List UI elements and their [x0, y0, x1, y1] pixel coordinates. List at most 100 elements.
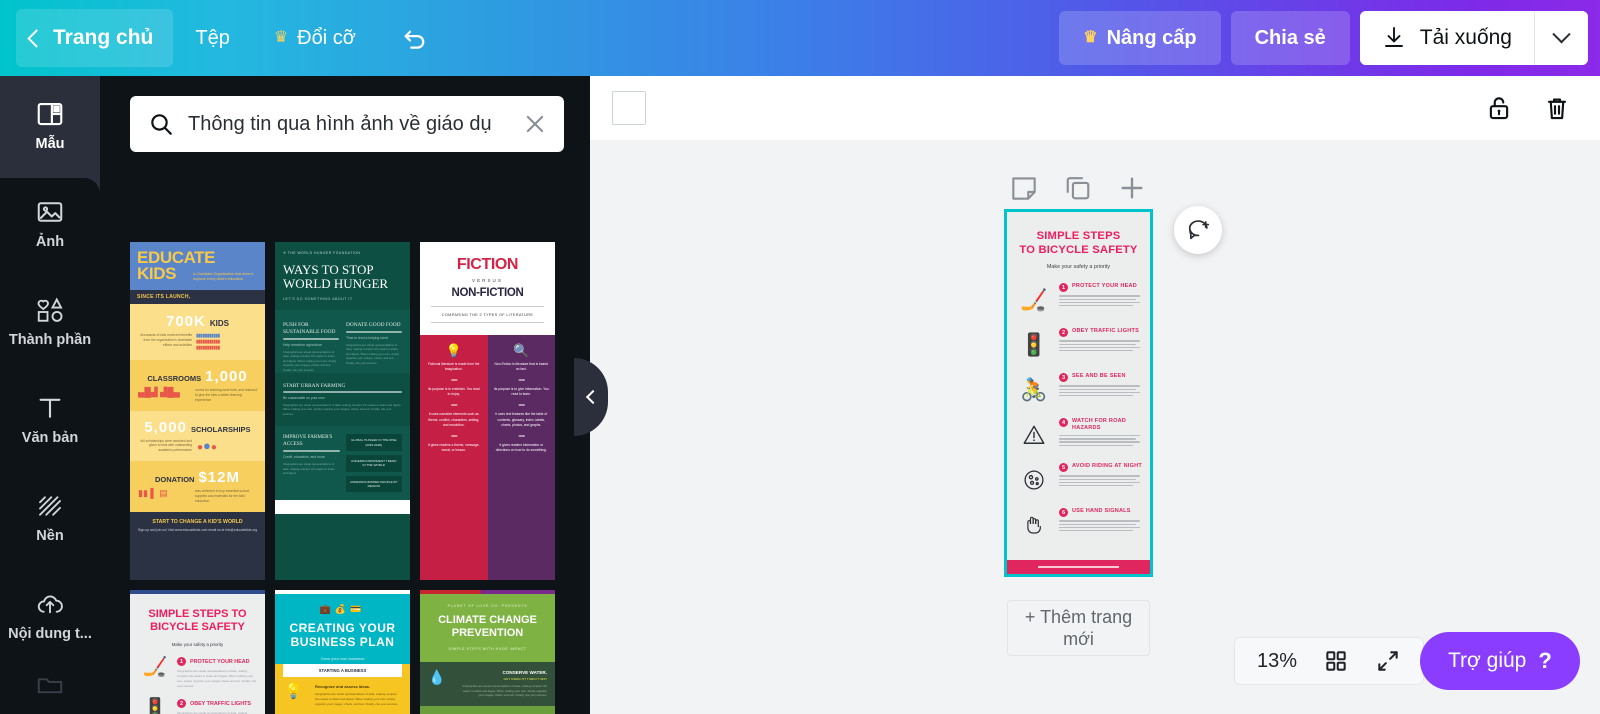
sidebar-item-text[interactable]: Văn bản: [0, 370, 100, 468]
stat-value: 1,000: [205, 367, 248, 385]
top-toolbar-actions: ♛ Nâng cấp Chia sẻ Tải xuống: [1059, 11, 1600, 65]
moon-glyph: [1024, 470, 1044, 490]
search-input[interactable]: [188, 112, 508, 136]
zoom-level-value[interactable]: 13%: [1257, 650, 1297, 673]
thumb-banner: SINCE ITS LAUNCH,: [137, 293, 191, 300]
search-area: [100, 76, 590, 152]
add-page-icon[interactable]: [1116, 172, 1148, 204]
search-box[interactable]: [130, 96, 564, 152]
file-menu-button[interactable]: Tệp: [173, 9, 251, 67]
template-card-business-plan[interactable]: 💼💰💳 CREATING YOUR BUSINESS PLAN Grow you…: [275, 590, 410, 714]
thumb-brand: PLANET OF LOVE CO. PRESENTS: [447, 604, 528, 608]
traffic-light-icon: 🚦: [142, 698, 168, 714]
sidebar-item-photos[interactable]: Ảnh: [0, 174, 100, 272]
template-card-bicycle-safety[interactable]: SIMPLE STEPS TO BICYCLE SAFETY Make your…: [130, 590, 265, 714]
section-heading: PUSH FOR SUSTAINABLE FOOD: [283, 321, 336, 335]
stat-card: UNDERNOURISHMENT TREND IN THE WORLD: [345, 455, 402, 472]
templates-panel: EDUCATE KIDS A Charitable Organization t…: [100, 76, 590, 714]
stat-value: $12M: [198, 469, 240, 487]
design-canvas-page[interactable]: SIMPLE STEPS TO BICYCLE SAFETY Make your…: [1004, 209, 1153, 577]
hand-signal-glyph: [1027, 517, 1041, 534]
thumb-subtitle: COMPARING THE 2 TYPES OF LITERATURE: [441, 312, 534, 317]
template-card-world-hunger[interactable]: ✳ THE WORLD HUNGER FOUNDATION WAYS TO ST…: [275, 242, 410, 580]
sidebar-label: Nội dung t...: [8, 625, 92, 642]
resize-button[interactable]: ♛ Đổi cỡ: [252, 9, 378, 67]
section-sub: Recognize and assess ideas.: [315, 684, 371, 690]
moon-icon: [1014, 460, 1054, 500]
grid-view-icon[interactable]: [1323, 648, 1349, 674]
undo-button[interactable]: [378, 9, 452, 67]
fullscreen-icon[interactable]: [1375, 648, 1401, 674]
notes-icon[interactable]: [1008, 172, 1040, 204]
warning-triangle-glyph: [1023, 425, 1045, 445]
add-comment-icon: [1188, 219, 1209, 239]
sidebar-item-folder[interactable]: [0, 664, 100, 704]
add-new-page-label: + Thêm trang mới: [1024, 606, 1133, 650]
thumb-title-b: NON-FICTION: [451, 287, 524, 299]
step-number: 1: [177, 657, 186, 667]
section-heading: STARTING A BUSINESS: [283, 664, 402, 678]
sidebar-item-templates[interactable]: Mẫu: [0, 76, 100, 174]
template-card-fiction-nonfiction[interactable]: FICTION VERSUS NON-FICTION COMPARING THE…: [420, 242, 555, 580]
elements-icon: [37, 297, 63, 322]
step-number: 2: [177, 699, 186, 709]
home-button[interactable]: Trang chủ: [16, 9, 174, 67]
editor-top-bar: [590, 76, 1600, 140]
download-label: Tải xuống: [1419, 26, 1512, 49]
canvas-step-row: 5 AVOID RIDING AT NIGHT: [1014, 460, 1143, 500]
cyclist-icon: 🚴: [1020, 377, 1048, 403]
templates-icon: [37, 102, 63, 125]
section-lead: Help transform agriculture: [283, 342, 323, 347]
download-button[interactable]: Tải xuống: [1359, 11, 1534, 65]
sidebar-label: Nền: [36, 527, 64, 544]
template-thumb: SIMPLE STEPS TO BICYCLE SAFETY Make your…: [130, 590, 265, 714]
thumb-subtitle: SIMPLE STEPS WITH HUGE IMPACT: [448, 646, 527, 651]
upgrade-label: Nâng cấp: [1106, 26, 1197, 49]
thumb-title: CREATING YOUR BUSINESS PLAN: [289, 621, 396, 650]
zoom-controls: 13%: [1234, 637, 1425, 685]
page-thumbnail[interactable]: [612, 91, 646, 125]
stat-label: SCHOLARSHIPS: [190, 424, 251, 434]
text-icon: [39, 398, 61, 418]
canva-editor-window: Trang chủ Tệp ♛ Đổi cỡ ♛ Nâng cấp Chia s…: [0, 0, 1600, 714]
template-card-educate-kids[interactable]: EDUCATE KIDS A Charitable Organization t…: [130, 242, 265, 580]
col-text: It gives readers information or directio…: [495, 442, 547, 452]
canvas-title: SIMPLE STEPS TO BICYCLE SAFETY: [1007, 230, 1150, 257]
thumb-footer-title: START TO CHANGE A KID'S WORLD: [152, 519, 243, 526]
step-number: 3: [1059, 373, 1068, 383]
section-lead: Time to lend a helping hand: [346, 335, 388, 340]
section-lead: Be sustainable on your own: [283, 395, 325, 400]
unlock-icon[interactable]: [1484, 93, 1514, 123]
section-sub: NOT USING IT? TURN IT OFF!: [503, 676, 547, 681]
section-lead: Credit, education, and more: [283, 454, 325, 459]
template-card-climate-change[interactable]: PLANET OF LOVE CO. PRESENTS CLIMATE CHAN…: [420, 590, 555, 714]
sidebar-item-background[interactable]: Nền: [0, 468, 100, 566]
col-text: Non-Fiction is literature that is based …: [494, 362, 548, 372]
canvas-step-row: 6 USE HAND SIGNALS: [1014, 505, 1143, 545]
stat-value: 5,000: [144, 418, 187, 436]
template-thumb: EDUCATE KIDS A Charitable Organization t…: [130, 242, 265, 580]
help-button[interactable]: Trợ giúp ?: [1420, 632, 1580, 690]
thumb-footer-sub: Sign up and join us! Visit www.educateki…: [137, 528, 258, 533]
thumb-subtitle: LET'S DO SOMETHING ABOUT IT: [283, 296, 353, 301]
uploads-icon: [37, 595, 63, 613]
download-dropdown-button[interactable]: [1534, 11, 1588, 65]
file-menu-label: Tệp: [195, 26, 230, 49]
template-thumb: FICTION VERSUS NON-FICTION COMPARING THE…: [420, 242, 555, 580]
clear-search-icon[interactable]: [522, 111, 548, 137]
upgrade-button[interactable]: ♛ Nâng cấp: [1059, 11, 1221, 65]
sidebar-item-uploads[interactable]: Nội dung t...: [0, 566, 100, 664]
photos-icon: [37, 201, 63, 222]
thumb-title-a: FICTION: [456, 256, 519, 273]
add-comment-button[interactable]: [1174, 206, 1222, 254]
share-button[interactable]: Chia sẻ: [1230, 11, 1350, 65]
sidebar-item-elements[interactable]: Thành phần: [0, 272, 100, 370]
duplicate-page-icon[interactable]: [1062, 172, 1094, 204]
trash-icon[interactable]: [1542, 93, 1572, 123]
add-new-page-button[interactable]: + Thêm trang mới: [1007, 600, 1150, 656]
canvas-steps-list: 🏒 1 PROTECT YOUR HEAD 🚦 2 OBEY TRAFFIC L…: [1007, 280, 1150, 545]
template-thumb: ✳ THE WORLD HUNGER FOUNDATION WAYS TO ST…: [275, 242, 410, 580]
thumb-title: WAYS TO STOP WORLD HUNGER: [283, 262, 389, 291]
warning-triangle-icon: [1014, 415, 1054, 455]
canvas-subtitle: Make your safety a priority: [1046, 264, 1111, 271]
